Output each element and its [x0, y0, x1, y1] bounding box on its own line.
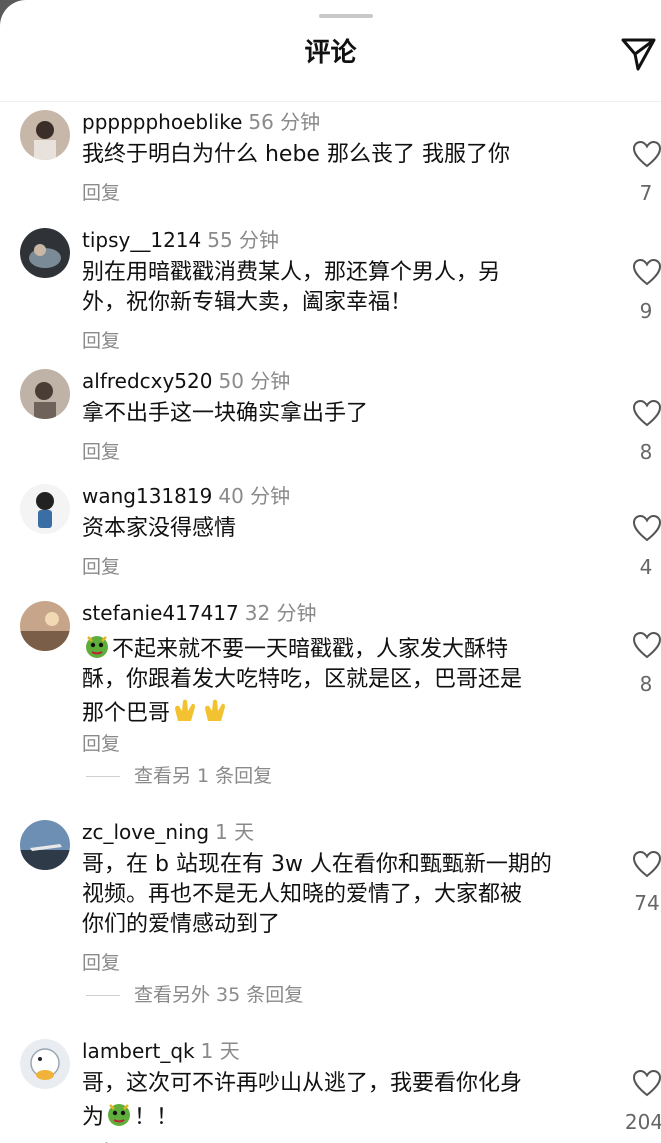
- like-count: 9: [639, 299, 653, 323]
- like-count: 7: [639, 181, 653, 205]
- avatar[interactable]: [20, 110, 70, 160]
- comment-text: 哥，这次可不许再吵山从逃了，我要看你化身 为！！: [82, 1071, 523, 1130]
- view-more-replies[interactable]: 查看另外 35 条回复: [86, 982, 303, 1008]
- avatar[interactable]: [20, 484, 70, 534]
- comment-text: 资本家没得感情: [82, 516, 237, 541]
- avatar[interactable]: [20, 601, 70, 651]
- comment-text: 拿不出手这一块确实拿出手了: [82, 401, 369, 426]
- heart-icon[interactable]: [632, 514, 661, 542]
- page-title: 评论: [304, 38, 357, 68]
- reply-button[interactable]: 回复: [82, 439, 120, 465]
- heart-icon[interactable]: [632, 258, 661, 286]
- like-count: 4: [639, 555, 653, 579]
- comment-text: 我终于明白为什么 hebe 那么丧了 我服了你: [82, 142, 510, 167]
- reply-button[interactable]: 回复: [82, 328, 120, 354]
- heart-icon[interactable]: [632, 850, 661, 878]
- comment-time: 40 分钟: [218, 484, 291, 508]
- comment-time: 1 天: [215, 820, 255, 844]
- view-more-replies[interactable]: 查看另 1 条回复: [86, 763, 272, 789]
- comment-time: 50 分钟: [218, 369, 291, 393]
- heart-icon[interactable]: [632, 399, 661, 427]
- username[interactable]: stefanie417417: [82, 601, 239, 625]
- reply-button[interactable]: 回复: [82, 1139, 120, 1143]
- sheet-grabber[interactable]: [319, 14, 373, 18]
- avatar[interactable]: [20, 369, 70, 419]
- username[interactable]: wang131819: [82, 484, 212, 508]
- heart-icon[interactable]: [632, 631, 661, 659]
- comment-time: 32 分钟: [244, 601, 317, 625]
- avatar[interactable]: [20, 820, 70, 870]
- like-count: 204: [624, 1110, 661, 1134]
- reply-button[interactable]: 回复: [82, 731, 120, 757]
- heart-icon[interactable]: [632, 140, 661, 168]
- comment-time: 1 天: [200, 1039, 240, 1063]
- comment-text: 不起来就不要一天暗戳戳，人家发大酥特 酥，你跟着发大吃特吃，区就是区，巴哥还是 …: [82, 631, 602, 729]
- paper-plane-icon[interactable]: [618, 34, 658, 74]
- dragon-emoji-icon: [108, 1104, 131, 1126]
- username[interactable]: alfredcxy520: [82, 369, 212, 393]
- like-count: 8: [639, 672, 653, 696]
- like-count: 74: [634, 891, 660, 915]
- comment-time: 55 分钟: [207, 228, 280, 252]
- username[interactable]: tipsy__1214: [82, 228, 201, 252]
- reply-button[interactable]: 回复: [82, 180, 120, 206]
- clapping-hands-emoji-icon: [175, 699, 196, 721]
- clapping-hands-emoji-icon: [205, 699, 226, 721]
- reply-button[interactable]: 回复: [82, 950, 120, 976]
- username[interactable]: zc_love_ning: [82, 820, 209, 844]
- heart-icon[interactable]: [632, 1069, 661, 1097]
- avatar[interactable]: [20, 1039, 70, 1089]
- like-count: 8: [639, 440, 653, 464]
- reply-button[interactable]: 回复: [82, 554, 120, 580]
- comment-time: 56 分钟: [248, 110, 321, 134]
- comments-sheet: 评论 pppppphoeblike 56 分钟 我终于明白为什么 hebe 那么丧…: [0, 0, 661, 1143]
- username[interactable]: lambert_qk: [82, 1039, 195, 1063]
- comment-text: 哥，在 b 站现在有 3w 人在看你和甄甄新一期的 视频。再也不是无人知晓的爱情…: [82, 852, 552, 937]
- username[interactable]: pppppphoeblike: [82, 110, 242, 134]
- dragon-emoji-icon: [86, 636, 108, 658]
- header-divider: [0, 101, 661, 102]
- comment-text: 别在用暗戳戳消费某人，那还算个男人，另 外，祝你新专辑大卖，阖家幸福！: [82, 260, 501, 315]
- avatar[interactable]: [20, 228, 70, 278]
